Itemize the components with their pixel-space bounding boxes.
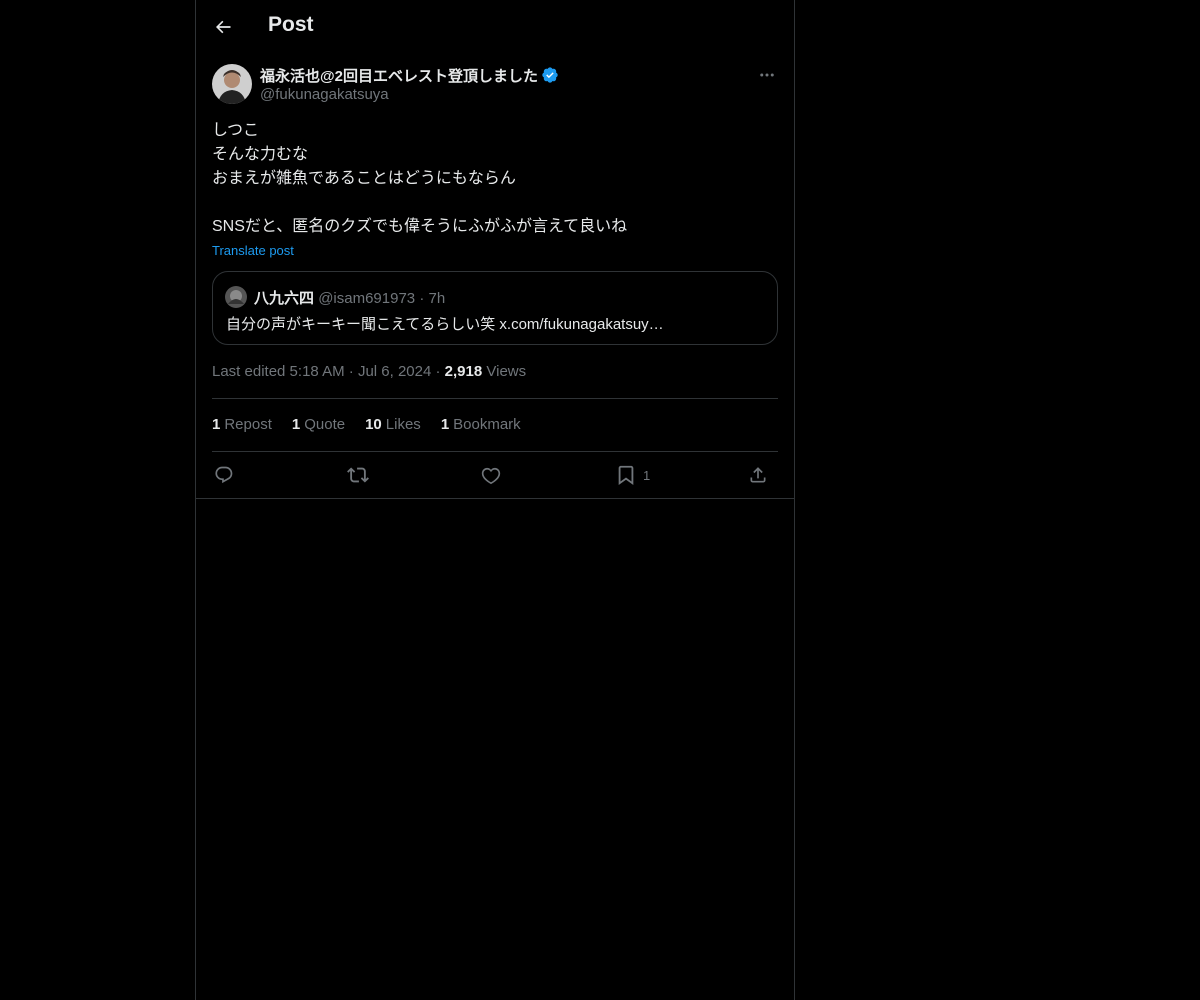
divider <box>212 451 778 452</box>
like-button[interactable] <box>481 462 501 488</box>
post-meta: Last edited 5:18 AM · Jul 6, 2024 · 2,91… <box>212 363 526 380</box>
post-date[interactable]: Jul 6, 2024 <box>358 363 431 380</box>
avatar[interactable] <box>212 64 252 104</box>
quote-author-name: 八九六四 <box>254 290 315 307</box>
action-bar: 1 <box>212 462 778 488</box>
views-label: Views <box>486 363 527 380</box>
back-button[interactable] <box>210 14 236 40</box>
quote-time: 7h <box>428 290 446 307</box>
post-line: そんな力むな <box>212 146 309 163</box>
repost-icon <box>347 467 369 483</box>
reply-icon <box>215 466 233 484</box>
translate-post-link[interactable]: Translate post <box>212 243 294 258</box>
quote-text: 自分の声がキーキー聞こえてるらしい笑 x.com/fukunagakatsuy… <box>226 316 664 333</box>
post-text: しつこ そんな力むな おまえが雑魚であることはどうにもならん SNSだと、匿名の… <box>212 119 778 239</box>
stat-quotes[interactable]: 1 Quote <box>292 416 345 433</box>
arrow-left-icon <box>216 20 231 34</box>
author-row: 福永活也@2回目エベレスト登頂しました @fukunagakatsuya <box>212 64 778 108</box>
share-button[interactable] <box>748 462 768 488</box>
quote-author-handle: @isam691973 <box>318 290 416 307</box>
repost-button[interactable] <box>347 462 369 488</box>
views-count: 2,918 <box>444 363 483 380</box>
quote-avatar <box>225 286 247 308</box>
author-handle[interactable]: @fukunagakatsuya <box>260 86 389 103</box>
bookmark-icon <box>618 465 634 486</box>
edited-timestamp[interactable]: Last edited 5:18 AM <box>212 363 345 380</box>
stat-likes[interactable]: 10 Likes <box>365 416 421 433</box>
stat-reposts[interactable]: 1 Repost <box>212 416 272 433</box>
quote-separator: · <box>419 290 425 307</box>
top-bar: Post <box>196 0 794 54</box>
reply-button[interactable] <box>214 462 234 488</box>
post-line: おまえが雑魚であることはどうにもならん <box>212 170 516 187</box>
quote-header: 八九六四 @isam691973 · 7h <box>254 287 445 308</box>
post-line: しつこ <box>212 122 260 139</box>
engagement-stats: 1 Repost 1 Quote 10 Likes 1 Bookmark <box>212 416 521 433</box>
post-line: SNSだと、匿名のクズでも偉そうにふがふが言えて良いね <box>212 218 628 235</box>
verified-badge-icon <box>542 67 558 83</box>
avatar-image <box>212 64 252 104</box>
post-line <box>212 191 778 215</box>
heart-icon <box>481 467 501 485</box>
bookmark-count: 1 <box>643 467 651 483</box>
bookmark-button[interactable]: 1 <box>615 462 650 488</box>
display-name[interactable]: 福永活也@2回目エベレスト登頂しました <box>260 65 559 86</box>
bottom-divider <box>196 498 794 499</box>
divider <box>212 398 778 399</box>
display-name-text: 福永活也@2回目エベレスト登頂しました <box>260 68 538 85</box>
stat-bookmarks[interactable]: 1 Bookmark <box>441 416 521 433</box>
quoted-post-card[interactable]: 八九六四 @isam691973 · 7h 自分の声がキーキー聞こえてるらしい笑… <box>212 271 778 345</box>
timeline-column: Post 福永活也@2回目エベレスト登頂しました @fukunagakatsuy… <box>195 0 795 1000</box>
more-dots-icon <box>760 73 774 77</box>
meta-separator: · <box>348 363 354 380</box>
page-title: Post <box>268 13 314 36</box>
meta-separator: · <box>435 363 441 380</box>
share-icon <box>750 467 766 483</box>
more-options-button[interactable] <box>756 64 778 86</box>
